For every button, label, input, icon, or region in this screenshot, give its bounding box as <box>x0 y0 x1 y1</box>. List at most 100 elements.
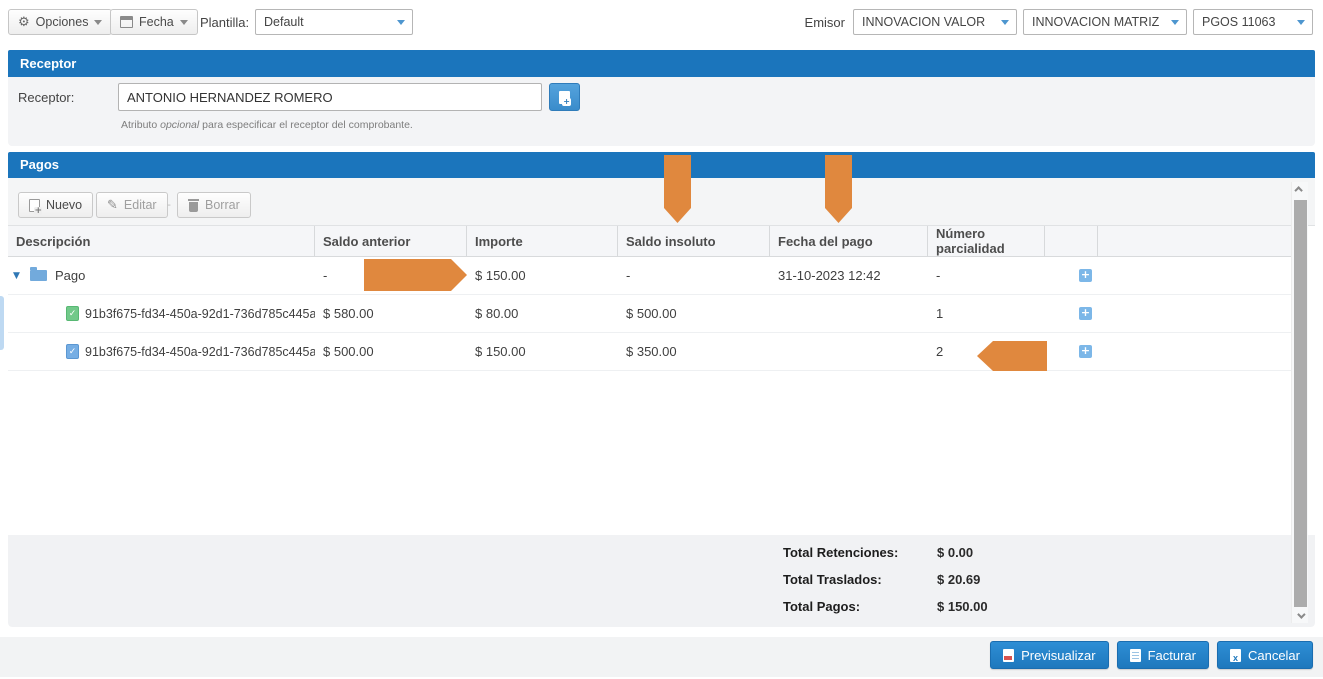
column-header-descripcion[interactable]: Descripción <box>8 226 315 256</box>
chevron-up-icon <box>1294 186 1302 194</box>
emisor-label: Emisor <box>790 15 845 30</box>
chevron-down-icon <box>94 20 102 25</box>
nuevo-button[interactable]: + Nuevo <box>18 192 93 218</box>
total-traslados-value: $ 20.69 <box>937 572 980 587</box>
pencil-icon: ✎ <box>107 199 118 212</box>
pagos-table-body: ▼ Pago - $ 150.00 - 31-10-2023 12:42 - + <box>8 257 1291 371</box>
pagos-totals-footer: Total Retenciones: $ 0.00 Total Traslado… <box>8 535 1315 627</box>
add-detail-button[interactable]: + <box>1079 269 1092 282</box>
trash-icon <box>188 199 199 212</box>
row-description: Pago <box>55 268 85 283</box>
row-importe: $ 80.00 <box>467 306 618 321</box>
select-receptor-button[interactable]: + <box>549 83 580 111</box>
serie-value: PGOS 11063 <box>1202 15 1275 29</box>
chevron-down-icon <box>1001 20 1009 25</box>
receptor-field-label: Receptor: <box>18 90 74 105</box>
row-saldo-anterior: $ 580.00 <box>315 306 467 321</box>
add-detail-button[interactable]: + <box>1079 307 1092 320</box>
column-header-saldo-anterior[interactable]: Saldo anterior <box>315 226 467 256</box>
add-detail-button[interactable]: + <box>1079 345 1092 358</box>
editar-label: Editar <box>124 198 157 212</box>
pagos-table-header: Descripción Saldo anterior Importe Saldo… <box>8 226 1291 257</box>
row-saldo-anterior: $ 500.00 <box>315 344 467 359</box>
chevron-down-icon <box>1171 20 1179 25</box>
gear-icon: ⚙ <box>18 15 30 30</box>
row-importe: $ 150.00 <box>467 344 618 359</box>
previsualizar-button[interactable]: Previsualizar <box>990 641 1108 669</box>
scroll-up-button[interactable] <box>1292 182 1308 196</box>
table-row-pago[interactable]: ▼ Pago - $ 150.00 - 31-10-2023 12:42 - + <box>8 257 1291 295</box>
opciones-button[interactable]: ⚙ Opciones <box>8 9 112 35</box>
total-pagos-row: Total Pagos: $ 150.00 <box>8 599 1315 616</box>
facturar-button[interactable]: Facturar <box>1117 641 1209 669</box>
cancelar-button[interactable]: Cancelar <box>1217 641 1313 669</box>
total-traslados-row: Total Traslados: $ 20.69 <box>8 572 1315 589</box>
row-numero-parcialidad: - <box>928 268 1045 283</box>
document-plus-icon: + <box>559 91 570 104</box>
left-edge-strip <box>0 296 4 350</box>
green-document-icon: ✓ <box>66 306 79 321</box>
total-retenciones-value: $ 0.00 <box>937 545 973 560</box>
serie-select[interactable]: PGOS 11063 <box>1193 9 1313 35</box>
pagos-panel-body: + Nuevo ✎ Editar - Borrar Descripción Sa… <box>8 178 1315 627</box>
column-header-fecha-del-pago[interactable]: Fecha del pago <box>770 226 928 256</box>
receptor-panel: Receptor Receptor: + Atributo opcional p… <box>8 50 1315 146</box>
column-header-actions <box>1045 226 1098 256</box>
opciones-label: Opciones <box>36 15 89 29</box>
previsualizar-label: Previsualizar <box>1021 648 1095 663</box>
expand-collapse-icon[interactable]: ▼ <box>13 271 20 281</box>
pagos-grid-toolbar: + Nuevo ✎ Editar - Borrar <box>8 178 1315 226</box>
nuevo-label: Nuevo <box>46 198 82 212</box>
total-pagos-value: $ 150.00 <box>937 599 988 614</box>
receptor-hint: Atributo opcional para especificar el re… <box>121 119 413 131</box>
column-header-saldo-insoluto[interactable]: Saldo insoluto <box>618 226 770 256</box>
chevron-down-icon <box>180 20 188 25</box>
scrollbar-thumb[interactable] <box>1294 200 1307 607</box>
vertical-scrollbar[interactable] <box>1291 182 1308 623</box>
row-saldo-insoluto: - <box>618 268 770 283</box>
toolbar-separator: - <box>167 198 171 211</box>
cancel-document-icon <box>1230 649 1241 662</box>
chevron-down-icon <box>397 20 405 25</box>
invoice-document-icon <box>1130 649 1141 662</box>
plantilla-label: Plantilla: <box>200 15 249 30</box>
total-traslados-label: Total Traslados: <box>783 572 882 587</box>
row-description: 91b3f675-fd34-450a-92d1-736d785c445a <box>85 307 315 321</box>
plantilla-select[interactable]: Default <box>255 9 413 35</box>
column-header-numero-parcialidad[interactable]: Número parcialidad <box>928 226 1045 256</box>
calendar-icon <box>120 16 133 28</box>
scroll-down-button[interactable] <box>1292 609 1308 623</box>
row-fecha-del-pago: 31-10-2023 12:42 <box>770 268 928 283</box>
row-saldo-anterior: - <box>315 268 467 283</box>
page: ⚙ Opciones Fecha Plantilla: Default Emis… <box>0 0 1323 679</box>
pagos-panel-title: Pagos <box>8 152 1315 178</box>
row-importe: $ 150.00 <box>467 268 618 283</box>
table-row-documento-1[interactable]: ✓ 91b3f675-fd34-450a-92d1-736d785c445a $… <box>8 295 1291 333</box>
emisor-value: INNOVACION VALOR <box>862 15 985 29</box>
column-header-filler <box>1098 226 1291 256</box>
total-retenciones-row: Total Retenciones: $ 0.00 <box>8 545 1315 562</box>
plantilla-value: Default <box>264 15 304 29</box>
footer-buttons: Previsualizar Facturar Cancelar <box>990 641 1313 669</box>
editar-button[interactable]: ✎ Editar <box>96 192 168 218</box>
document-plus-icon: + <box>29 199 40 212</box>
table-row-documento-2[interactable]: ✓ 91b3f675-fd34-450a-92d1-736d785c445a $… <box>8 333 1291 371</box>
row-numero-parcialidad: 1 <box>928 306 1045 321</box>
row-description: 91b3f675-fd34-450a-92d1-736d785c445a <box>85 345 315 359</box>
total-retenciones-label: Total Retenciones: <box>783 545 898 560</box>
chevron-down-icon <box>1297 610 1305 618</box>
sucursal-select[interactable]: INNOVACION MATRIZ <box>1023 9 1187 35</box>
receptor-input[interactable] <box>118 83 542 111</box>
column-header-importe[interactable]: Importe <box>467 226 618 256</box>
pagos-panel: Pagos + Nuevo ✎ Editar - Borrar Descripc… <box>8 152 1315 627</box>
row-saldo-insoluto: $ 500.00 <box>618 306 770 321</box>
fecha-button[interactable]: Fecha <box>110 9 198 35</box>
total-pagos-label: Total Pagos: <box>783 599 860 614</box>
folder-icon <box>30 270 47 281</box>
row-saldo-insoluto: $ 350.00 <box>618 344 770 359</box>
receptor-panel-body: Receptor: + Atributo opcional para espec… <box>8 77 1315 146</box>
emisor-select[interactable]: INNOVACION VALOR <box>853 9 1017 35</box>
chevron-down-icon <box>1297 20 1305 25</box>
borrar-button[interactable]: Borrar <box>177 192 251 218</box>
receptor-panel-title: Receptor <box>8 50 1315 77</box>
